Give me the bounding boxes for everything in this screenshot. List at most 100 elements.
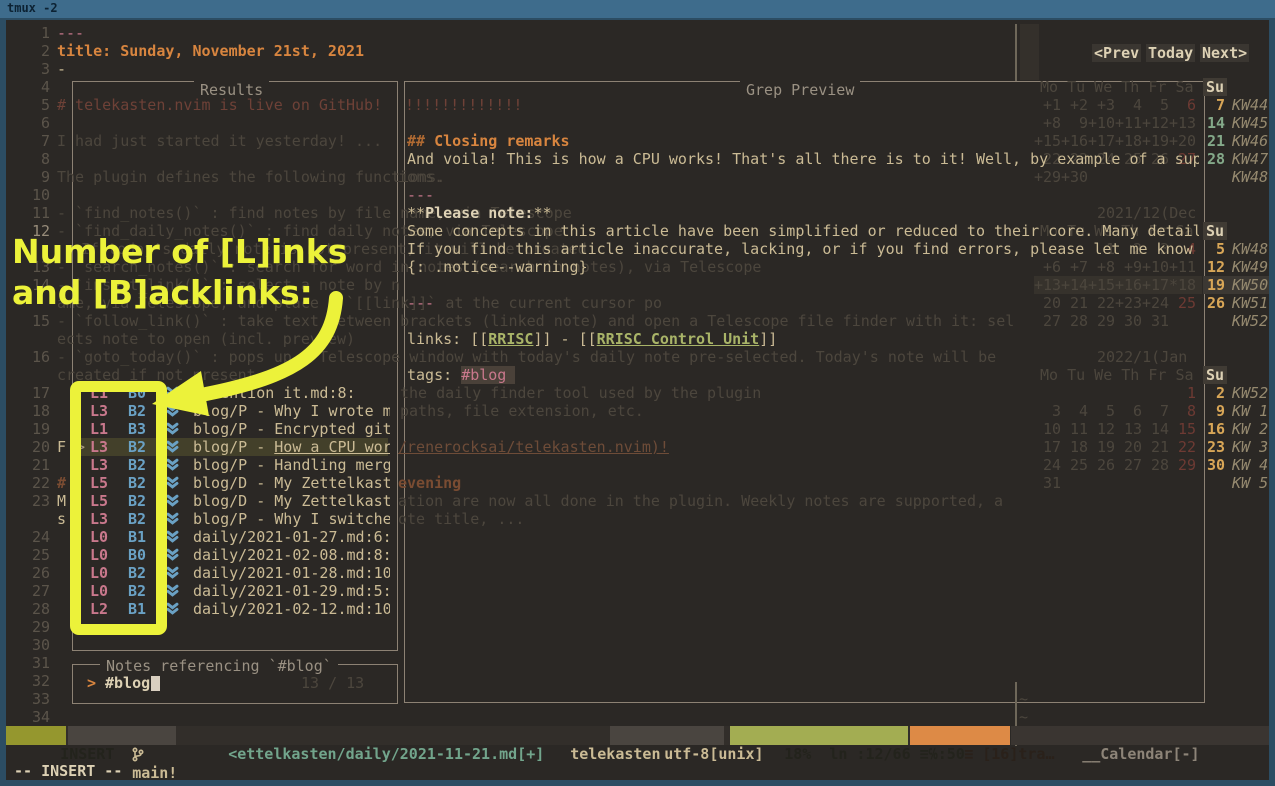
window-separator[interactable] (1015, 24, 1017, 81)
calendar-day[interactable]: +1 (1034, 96, 1061, 114)
calendar-sunday[interactable]: 26 (1203, 294, 1225, 312)
calendar-day[interactable]: 5 (1088, 402, 1115, 420)
down-arrow-icon (166, 512, 179, 526)
down-arrow-icon (166, 548, 179, 562)
calendar-day[interactable]: 1 (1169, 384, 1196, 402)
calendar-day[interactable]: 27 (1034, 312, 1061, 330)
result-entry-text[interactable]: blog/D - My Zettelkast (193, 474, 390, 492)
result-entry-text[interactable]: daily/2021-01-27.md:6: (193, 528, 390, 546)
result-entry-text[interactable]: blog/D - My Zettelkast (193, 492, 390, 510)
calendar-day[interactable]: 11 (1061, 420, 1088, 438)
calendar-sunday[interactable]: 19 (1203, 276, 1225, 294)
calendar-day[interactable]: 20 (1115, 438, 1142, 456)
dim-buffer-text: /renerocksai/telekasten.nvim)! (398, 438, 669, 456)
result-entry-text[interactable]: daily/2021-01-29.md:5: (193, 582, 390, 600)
calendar-day[interactable]: 18 (1061, 438, 1088, 456)
calendar-day[interactable]: 28 (1061, 312, 1088, 330)
preview-text: tags: (407, 366, 461, 384)
calendar-day[interactable]: 24 (1034, 456, 1061, 474)
result-entry-text[interactable]: blog/P - Handling merg (193, 456, 390, 474)
calendar-day[interactable]: +16 (1115, 276, 1142, 294)
calendar-day[interactable]: 4 (1061, 402, 1088, 420)
calendar-day[interactable]: +13 (1169, 114, 1196, 132)
calendar-day[interactable]: +3 (1088, 96, 1115, 114)
calendar-day[interactable]: 22 (1169, 438, 1196, 456)
buffer-line-number: 26 (27, 564, 50, 582)
encoding-segment: utf-8[unix] (610, 726, 724, 745)
result-entry-text[interactable]: daily/2021-02-12.md:10 (193, 600, 390, 618)
calendar-day[interactable]: +10 (1088, 114, 1115, 132)
buffer-line-number: 7 (27, 132, 50, 150)
calendar-sunday[interactable]: 30 (1203, 456, 1225, 474)
calendar-sunday[interactable]: 23 (1203, 438, 1225, 456)
result-entry-text[interactable]: blog/P - How a CPU wor (193, 438, 390, 456)
calendar-day[interactable]: 13 (1115, 420, 1142, 438)
result-entry-text[interactable]: blog/P - Why I wrote m (193, 402, 390, 420)
buffer-line-number: 30 (27, 636, 50, 654)
result-entry-text[interactable]: i mention it.md:8: (193, 384, 390, 402)
calendar-day[interactable]: +13 (1034, 276, 1061, 294)
calendar-day[interactable]: 9 (1061, 114, 1088, 132)
calendar-day[interactable]: 30 (1115, 312, 1142, 330)
calendar-day[interactable]: 21 (1142, 438, 1169, 456)
calendar-sunday[interactable]: 9 (1203, 402, 1225, 420)
search-input[interactable]: #blog (105, 674, 150, 692)
calendar-today-button[interactable]: Today (1146, 44, 1195, 62)
buffer-line-number: 33 (27, 690, 50, 708)
calendar-sunday[interactable]: 5 (1203, 240, 1225, 258)
dim-buffer-text: I had just started it yesterday! ... (57, 132, 382, 150)
calendar-week-number: KW51 (1232, 294, 1268, 312)
preview-line: --- (407, 186, 1199, 204)
calendar-sunday[interactable]: 16 (1203, 420, 1225, 438)
calendar-day[interactable]: 17 (1034, 438, 1061, 456)
calendar-sunday[interactable]: 7 (1203, 96, 1225, 114)
calendar-day[interactable]: 14 (1142, 420, 1169, 438)
calendar-day[interactable]: +11 (1115, 114, 1142, 132)
calendar-sunday[interactable]: 28 (1203, 150, 1225, 168)
calendar-day[interactable]: 27 (1115, 456, 1142, 474)
calendar-day[interactable]: 6 (1115, 402, 1142, 420)
dim-buffer-text: - `follow_link()` : take text between br… (57, 312, 1014, 330)
calendar-next-button[interactable]: Next> (1200, 44, 1249, 62)
calendar-day[interactable]: 5 (1142, 96, 1169, 114)
calendar-day[interactable]: 25 (1061, 456, 1088, 474)
calendar-day[interactable]: +8 (1034, 114, 1061, 132)
calendar-day[interactable]: 19 (1088, 438, 1115, 456)
calendar-day[interactable]: 4 (1115, 96, 1142, 114)
calendar-day[interactable]: +15 (1088, 276, 1115, 294)
calendar-day[interactable]: 29 (1088, 312, 1115, 330)
calendar-day[interactable]: 15 (1169, 420, 1196, 438)
calendar-statusline: __Calendar[-] (1011, 726, 1269, 745)
calendar-sunday[interactable]: 21 (1203, 132, 1225, 150)
calendar-day[interactable]: +29 (1034, 168, 1061, 186)
calendar-sunday[interactable]: 2 (1203, 384, 1225, 402)
calendar-day[interactable]: 31 (1034, 474, 1061, 492)
calendar-day[interactable]: 12 (1088, 420, 1115, 438)
calendar-day[interactable]: *18 (1169, 276, 1196, 294)
calendar-day[interactable]: 7 (1142, 402, 1169, 420)
preview-text: --- (407, 186, 434, 204)
calendar-day[interactable]: 29 (1169, 456, 1196, 474)
preview-text: Closing remarks (434, 132, 569, 150)
calendar-day[interactable]: +14 (1061, 276, 1088, 294)
calendar-day[interactable]: 28 (1142, 456, 1169, 474)
calendar-day[interactable]: 3 (1034, 402, 1061, 420)
calendar-sunday[interactable]: 14 (1203, 114, 1225, 132)
calendar-day[interactable]: 8 (1169, 402, 1196, 420)
prompt-title: Notes referencing `#blog` (100, 657, 338, 675)
calendar-day[interactable]: +30 (1061, 168, 1088, 186)
calendar-prev-button[interactable]: <Prev (1092, 44, 1141, 62)
calendar-day[interactable]: +12 (1142, 114, 1169, 132)
calendar-day[interactable]: 26 (1088, 456, 1115, 474)
down-arrow-icon (166, 476, 179, 490)
calendar-day[interactable]: +2 (1061, 96, 1088, 114)
result-entry-text[interactable]: blog/P - Encrypted git (193, 420, 390, 438)
calendar-day[interactable]: 6 (1169, 96, 1196, 114)
result-entry-text[interactable]: blog/P - Why I switche (193, 510, 390, 528)
calendar-day[interactable]: 31 (1142, 312, 1169, 330)
calendar-day[interactable]: +17 (1142, 276, 1169, 294)
result-entry-text[interactable]: daily/2021-01-28.md:10 (193, 564, 390, 582)
result-entry-text[interactable]: daily/2021-02-08.md:8: (193, 546, 390, 564)
calendar-sunday[interactable]: 12 (1203, 258, 1225, 276)
calendar-day[interactable]: 10 (1034, 420, 1061, 438)
